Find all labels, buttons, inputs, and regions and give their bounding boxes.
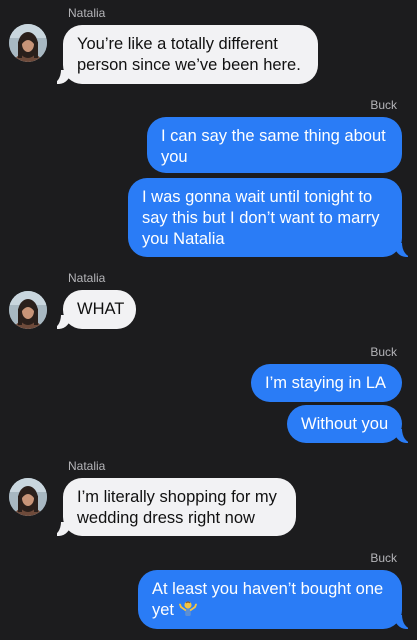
- avatar-natalia[interactable]: [9, 24, 47, 62]
- message-bubble-outgoing[interactable]: I’m staying in LA: [251, 364, 402, 402]
- message-text-line: I’m staying in LA: [265, 374, 387, 392]
- message-text-line: you: [161, 148, 188, 166]
- sender-label-buck: Buck: [370, 551, 397, 565]
- message-text-line: I was gonna wait until tonight to: [142, 188, 373, 206]
- message-text-line: say this but I don’t want to marry: [142, 209, 380, 227]
- message-bubble-outgoing[interactable]: At least you haven’t bought one yet: [138, 570, 402, 629]
- shrug-emoji-icon: [178, 600, 197, 618]
- message-bubble-outgoing[interactable]: Without you: [287, 405, 402, 443]
- message-text-line: At least you haven’t bought one: [152, 580, 384, 598]
- message-text-line: I can say the same thing about: [161, 127, 386, 145]
- sender-label-natalia: Natalia: [68, 459, 106, 473]
- avatar-photo-icon: [9, 478, 47, 516]
- sender-label-natalia: Natalia: [68, 271, 106, 285]
- message-text-line: You’re like a totally different: [77, 35, 278, 53]
- message-text-line: person since we’ve been here.: [77, 56, 301, 74]
- avatar-photo-icon: [9, 291, 47, 329]
- message-text-line: yet: [152, 600, 389, 621]
- message-text-line: you Natalia: [142, 230, 225, 248]
- message-text-line: WHAT: [77, 300, 125, 318]
- avatar-natalia[interactable]: [9, 291, 47, 329]
- message-bubble-outgoing[interactable]: I can say the same thing about you: [147, 117, 402, 173]
- sender-label-buck: Buck: [370, 98, 397, 112]
- message-bubble-incoming[interactable]: I’m literally shopping for my wedding dr…: [63, 478, 296, 536]
- message-bubble-incoming[interactable]: You’re like a totally different person s…: [63, 25, 318, 84]
- avatar-photo-icon: [9, 24, 47, 62]
- message-text-line: wedding dress right now: [77, 509, 255, 527]
- message-text-line: I’m literally shopping for my: [77, 488, 277, 506]
- message-text-fragment: yet: [152, 601, 175, 619]
- sender-label-natalia: Natalia: [68, 6, 106, 20]
- message-bubble-outgoing[interactable]: I was gonna wait until tonight to say th…: [128, 178, 402, 257]
- sender-label-buck: Buck: [370, 345, 397, 359]
- message-bubble-incoming[interactable]: WHAT: [63, 290, 136, 329]
- message-text-line: Without you: [301, 415, 389, 433]
- avatar-natalia[interactable]: [9, 478, 47, 516]
